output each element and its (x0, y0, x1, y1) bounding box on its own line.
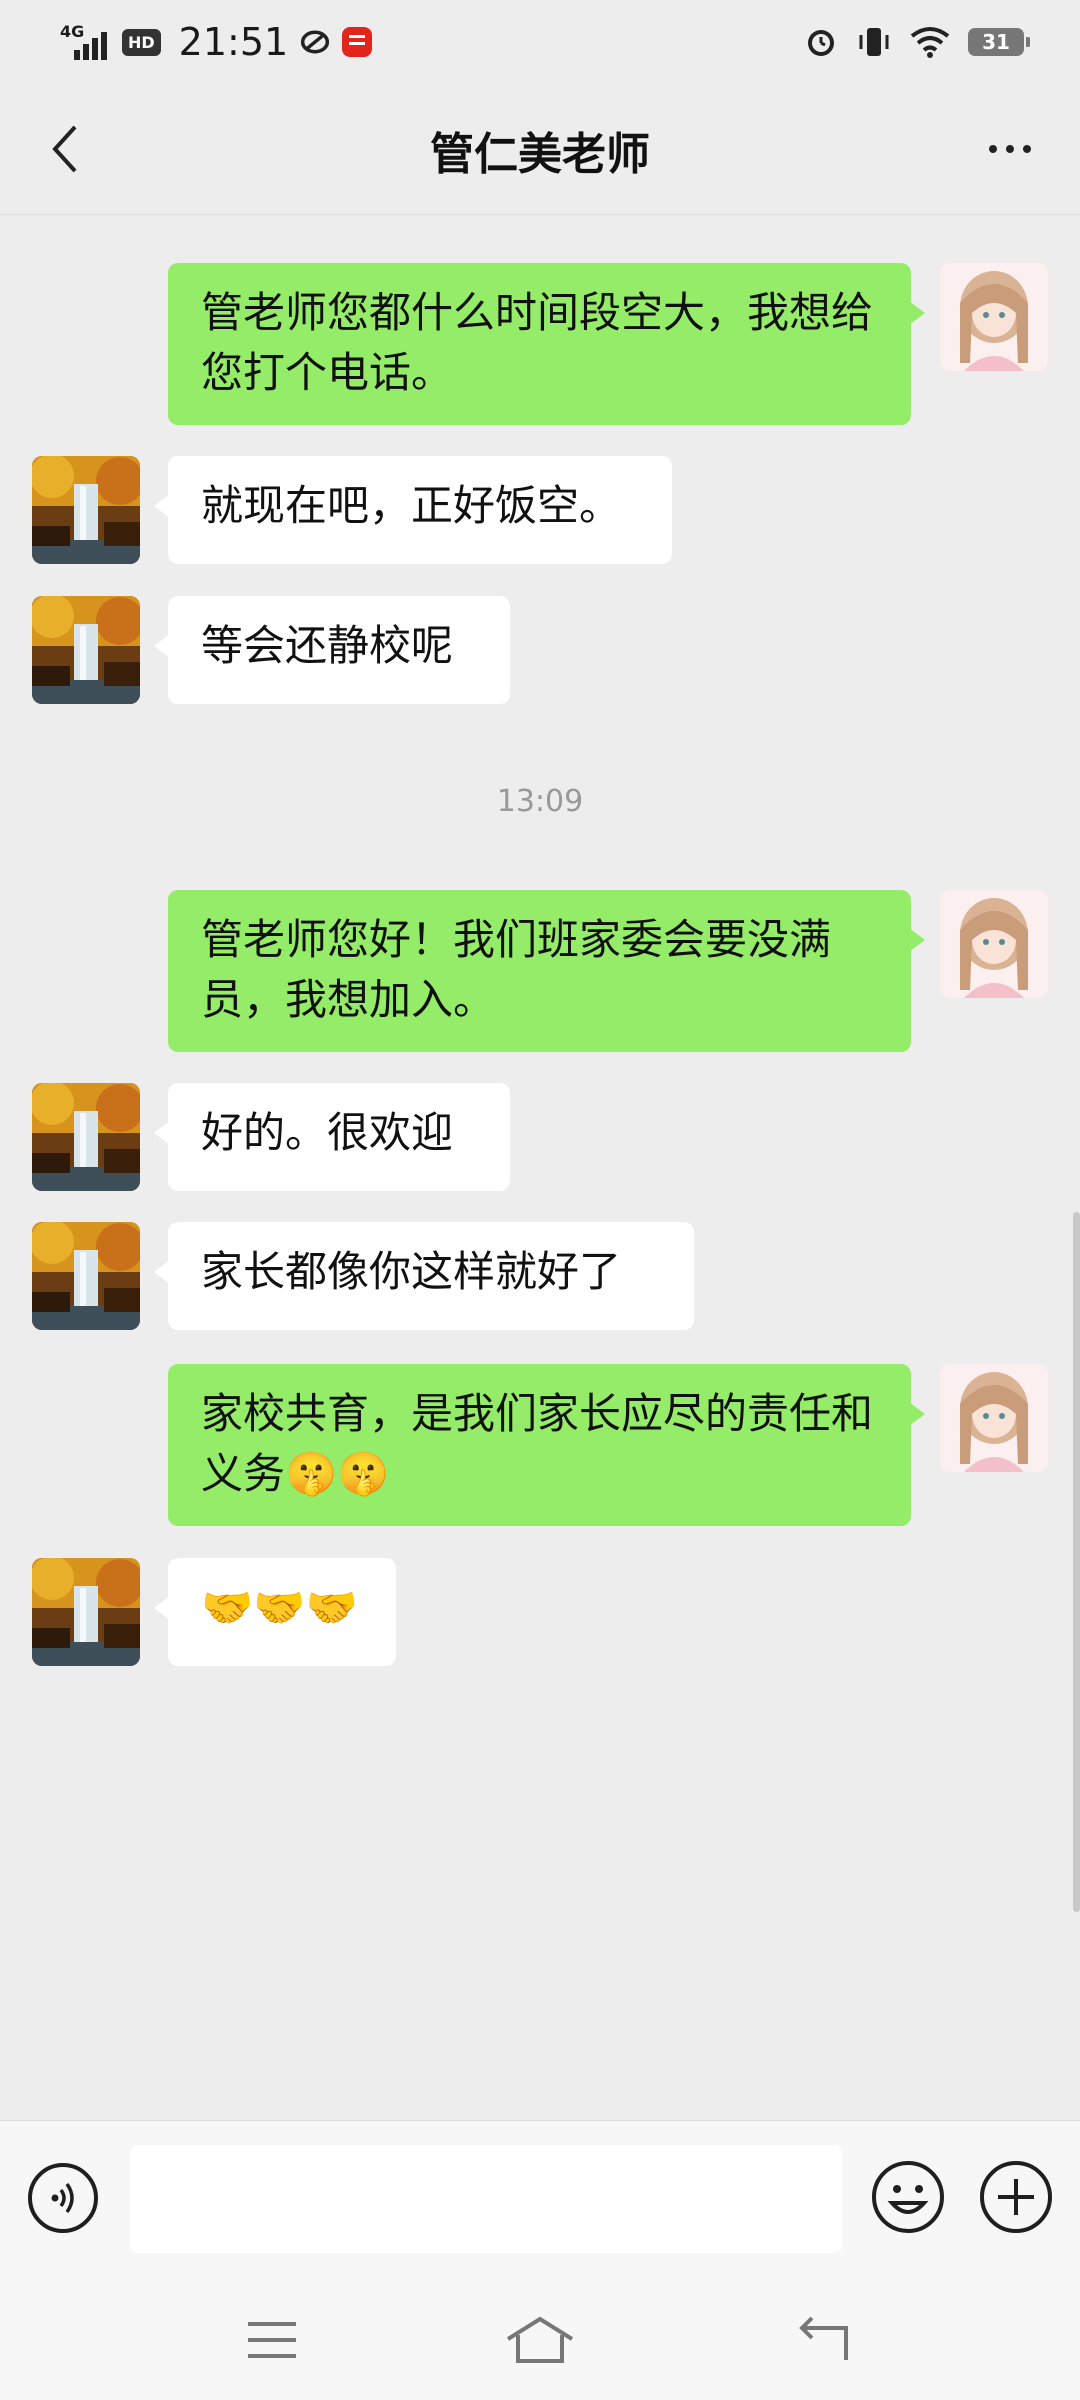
wifi-icon (910, 27, 950, 58)
more-functions-button[interactable] (978, 2159, 1054, 2235)
home-icon (506, 2316, 574, 2363)
hd-badge: HD (122, 28, 161, 56)
message-text: 管老师您都什么时间段空大，我想给您打个电话。 (201, 288, 874, 397)
cellular-signal-icon: 4G (60, 22, 110, 62)
more-dots-icon (989, 145, 997, 153)
app-notification-icon (301, 30, 330, 54)
nav-home-button[interactable] (500, 2310, 580, 2370)
message-bubble-received[interactable]: 🤝🤝🤝 (154, 1558, 396, 1666)
nav-back-button[interactable] (784, 2310, 864, 2370)
contact-avatar[interactable] (32, 1558, 140, 1666)
battery-indicator: 31 (968, 28, 1030, 56)
message-text: 好的。很欢迎 (201, 1108, 454, 1157)
contact-avatar[interactable] (32, 1083, 140, 1191)
input-bar (0, 2120, 1080, 2281)
back-arrow-icon (799, 2316, 848, 2360)
my-avatar[interactable] (940, 263, 1048, 371)
message-bubble-received[interactable]: 家长都像你这样就好了 (154, 1222, 694, 1330)
more-dot (1023, 145, 1031, 153)
message-text: 家长都像你这样就好了 (201, 1247, 622, 1296)
emoji-button[interactable] (870, 2159, 946, 2235)
scrollbar[interactable] (1073, 1212, 1080, 1912)
contact-avatar[interactable] (32, 596, 140, 704)
page-title: 管仁美老师 (430, 129, 650, 180)
voice-button[interactable] (28, 2163, 98, 2233)
message-bubble-received[interactable]: 好的。很欢迎 (154, 1083, 510, 1191)
more-options-button[interactable] (970, 114, 1050, 184)
clock: 21:51 (178, 20, 289, 64)
message-text: 🤝🤝🤝 (201, 1583, 358, 1632)
message-bubble-sent[interactable]: 管老师您好！我们班家委会要没满员，我想加入。 (168, 890, 925, 1052)
emoji-icon (872, 2161, 944, 2233)
more-dot (1006, 145, 1014, 153)
plus-icon (980, 2161, 1052, 2233)
menu-icon (248, 2322, 296, 2358)
message-text: 家校共育，是我们家长应尽的责任和义务🤫🤫 (201, 1389, 874, 1498)
my-avatar[interactable] (940, 890, 1048, 998)
voice-icon (51, 2182, 74, 2214)
nav-menu-button[interactable] (232, 2310, 312, 2370)
message-bubble-sent[interactable]: 管老师您都什么时间段空大，我想给您打个电话。 (168, 263, 925, 425)
alarm-icon (808, 30, 834, 56)
message-timestamp: 13:09 (496, 784, 584, 819)
message-bubble-received[interactable]: 等会还静校呢 (154, 596, 510, 704)
vibrate-icon (859, 28, 889, 56)
network-type: 4G (60, 22, 85, 41)
shopping-app-icon (342, 27, 373, 57)
message-bubble-received[interactable]: 就现在吧，正好饭空。 (154, 456, 672, 564)
contact-avatar[interactable] (32, 1222, 140, 1330)
message-text: 就现在吧，正好饭空。 (201, 481, 622, 530)
status-bar: 4G HD 21:51 31 (0, 0, 1080, 84)
message-text: 等会还静校呢 (201, 621, 454, 670)
chat-header: 管仁美老师 (0, 84, 1080, 215)
message-text: 管老师您好！我们班家委会要没满员，我想加入。 (201, 915, 832, 1024)
system-nav-bar (0, 2280, 1080, 2400)
message-bubble-sent[interactable]: 家校共育，是我们家长应尽的责任和义务🤫🤫 (168, 1364, 925, 1526)
message-input[interactable] (130, 2145, 842, 2253)
my-avatar[interactable] (940, 1364, 1048, 1472)
message-list[interactable]: 管老师您都什么时间段空大，我想给您打个电话。 就现在吧，正好饭空。 等会还静校呢… (0, 214, 1080, 2120)
contact-avatar[interactable] (32, 456, 140, 564)
